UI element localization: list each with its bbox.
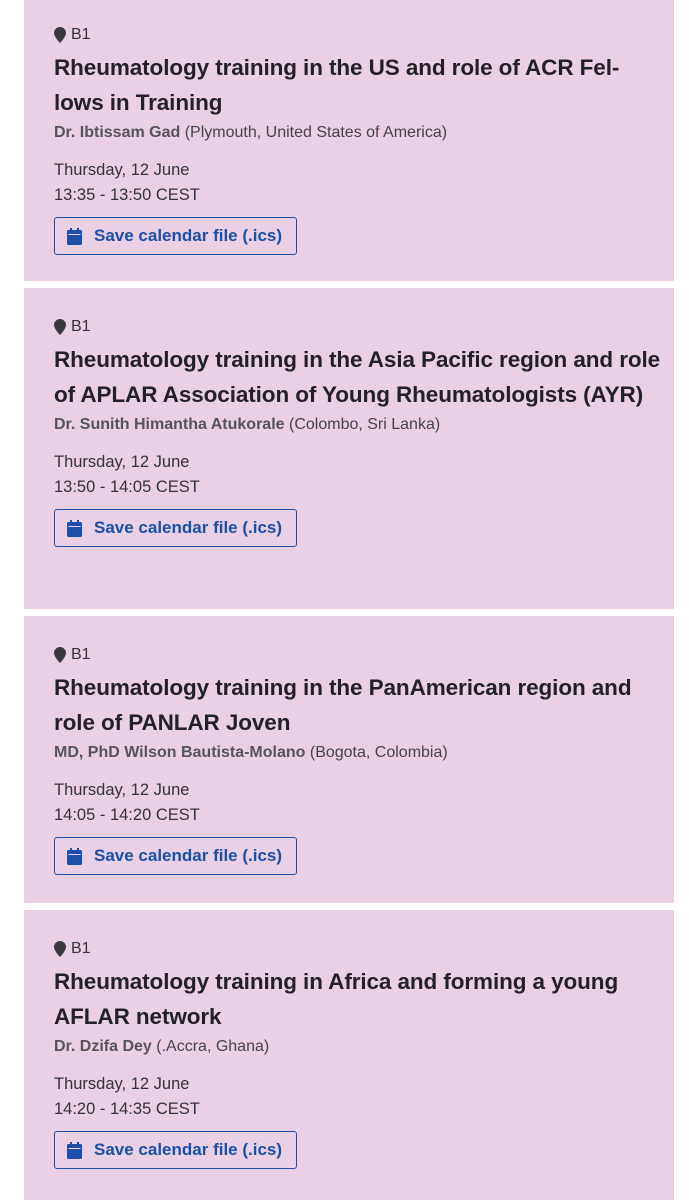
speaker-location: (Bogota, Colombia)	[309, 744, 448, 761]
calendar-icon	[67, 847, 82, 865]
speaker-name[interactable]: Dr. Ibtissam Gad	[54, 124, 180, 141]
session-date: Thursday, 12 June	[54, 1075, 190, 1093]
session-datetime: Thursday, 12 June 14:20 - 14:35 CEST	[54, 1072, 674, 1122]
session-card: B1 Rheumatology training in the Asia Pac…	[24, 288, 674, 609]
session-title[interactable]: Rheumatology training in the Asia Pacifi…	[54, 342, 674, 412]
calendar-icon	[67, 519, 82, 537]
session-datetime: Thursday, 12 June 13:50 - 14:05 CEST	[54, 450, 674, 500]
save-calendar-button[interactable]: Save calendar file (.ics)	[54, 837, 298, 875]
map-pin-icon	[54, 941, 66, 957]
session-date: Thursday, 12 June	[54, 453, 190, 471]
session-time: 13:35 - 13:50 CEST	[54, 186, 200, 204]
calendar-icon	[67, 1141, 82, 1159]
save-calendar-label: Save calendar file (.ics)	[94, 1140, 283, 1159]
speaker-info: Dr. Sunith Himantha Atukorale (Colombo, …	[54, 414, 674, 436]
room-label: B1	[71, 26, 91, 43]
speaker-info: Dr. Dzifa Dey (.Accra, Ghana)	[54, 1036, 674, 1058]
session-title[interactable]: Rheumatology training in the US and role…	[54, 50, 674, 120]
session-date: Thursday, 12 June	[54, 781, 190, 799]
session-card: B1 Rheumatology training in Africa and f…	[24, 910, 674, 1200]
session-list: B1 Rheumatology training in the US and r…	[0, 0, 698, 1200]
save-calendar-button[interactable]: Save calendar file (.ics)	[54, 509, 298, 547]
calendar-icon	[67, 227, 82, 245]
session-location: B1	[54, 938, 674, 960]
session-location: B1	[54, 316, 674, 338]
session-time: 13:50 - 14:05 CEST	[54, 478, 200, 496]
map-pin-icon	[54, 27, 66, 43]
speaker-location: (Plymouth, United States of America)	[184, 124, 448, 141]
save-calendar-button[interactable]: Save calendar file (.ics)	[54, 217, 298, 255]
speaker-name[interactable]: MD, PhD Wilson Bautista-Molano	[54, 744, 305, 761]
session-datetime: Thursday, 12 June 13:35 - 13:50 CEST	[54, 158, 674, 208]
session-time: 14:20 - 14:35 CEST	[54, 1100, 200, 1118]
save-calendar-button[interactable]: Save calendar file (.ics)	[54, 1131, 298, 1169]
session-datetime: Thursday, 12 June 14:05 - 14:20 CEST	[54, 778, 674, 828]
speaker-name[interactable]: Dr. Dzifa Dey	[54, 1038, 152, 1055]
session-location: B1	[54, 24, 674, 46]
map-pin-icon	[54, 647, 66, 663]
session-card: B1 Rheumatology training in the US and r…	[24, 0, 674, 281]
session-title[interactable]: Rheumatology training in Africa and form…	[54, 964, 674, 1034]
session-time: 14:05 - 14:20 CEST	[54, 806, 200, 824]
speaker-info: MD, PhD Wilson Bautista-Molano (Bogota, …	[54, 742, 674, 764]
map-pin-icon	[54, 319, 66, 335]
save-calendar-label: Save calendar file (.ics)	[94, 518, 283, 537]
speaker-location: (.Accra, Ghana)	[156, 1038, 270, 1055]
speaker-name[interactable]: Dr. Sunith Himantha Atukorale	[54, 416, 285, 433]
session-title[interactable]: Rheumatology training in the PanAmerican…	[54, 670, 674, 740]
session-location: B1	[54, 644, 674, 666]
speaker-location: (Colombo, Sri Lanka)	[289, 416, 441, 433]
save-calendar-label: Save calendar file (.ics)	[94, 846, 283, 865]
save-calendar-label: Save calendar file (.ics)	[94, 226, 283, 245]
room-label: B1	[71, 646, 91, 663]
room-label: B1	[71, 940, 91, 957]
session-date: Thursday, 12 June	[54, 161, 190, 179]
session-card: B1 Rheumatology training in the PanAmeri…	[24, 616, 674, 903]
speaker-info: Dr. Ibtissam Gad (Plymouth, United State…	[54, 122, 674, 144]
room-label: B1	[71, 318, 91, 335]
